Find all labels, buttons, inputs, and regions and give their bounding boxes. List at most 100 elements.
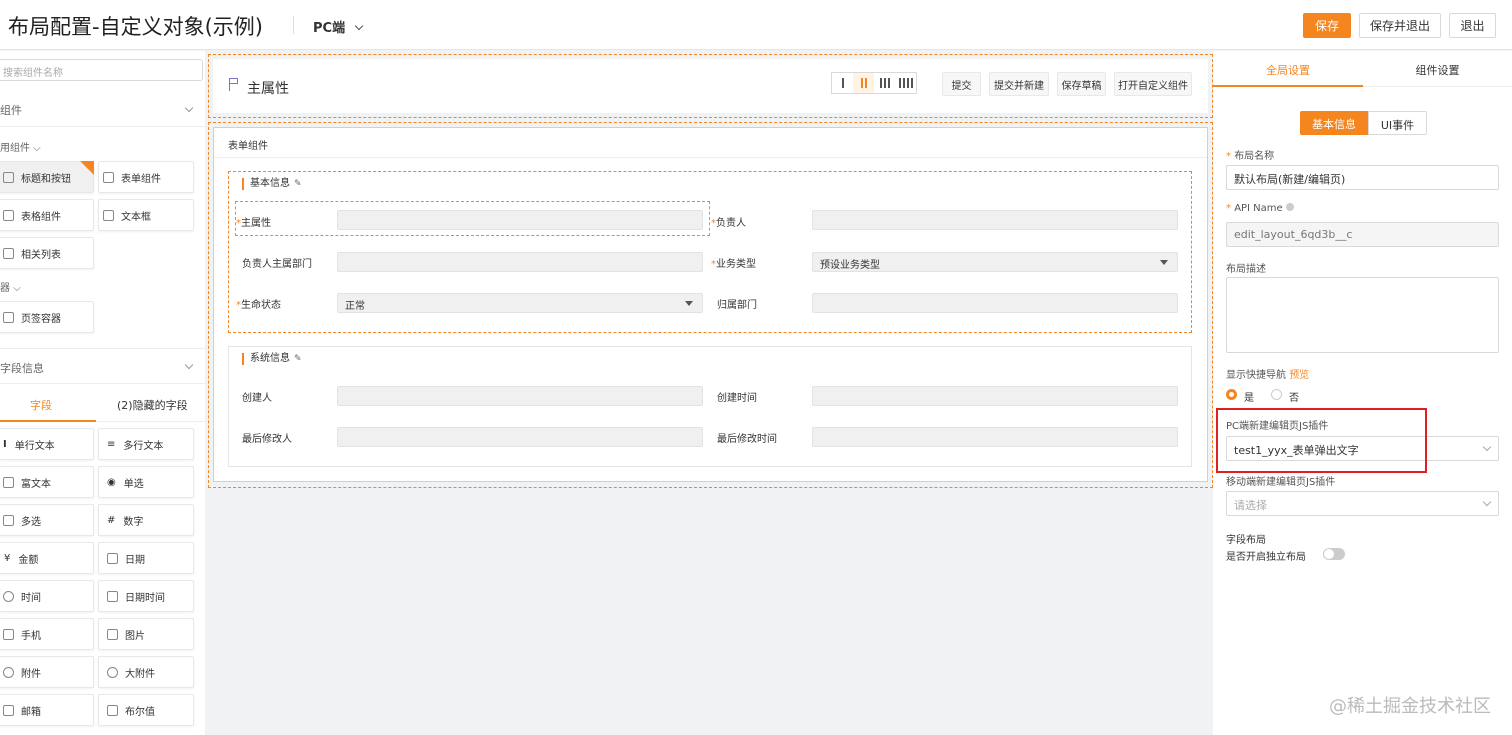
subtab-basic-info[interactable]: 基本信息 [1300, 111, 1368, 135]
field-number[interactable]: # 数字 [98, 504, 194, 536]
field-multi-text[interactable]: ≡ 多行文本 [98, 428, 194, 460]
save-exit-button[interactable]: 保存并退出 [1359, 13, 1441, 38]
tab-hidden-fields[interactable]: (2)隐藏的字段 [117, 397, 188, 413]
top-header: 布局配置-自定义对象(示例) PC端 保存 保存并退出 退出 [0, 0, 1512, 50]
field-label-owner-dept: 负责人主属部门 [242, 259, 312, 270]
chevron-down-icon [1482, 442, 1492, 452]
boolean-icon [107, 704, 118, 716]
field-email[interactable]: 邮箱 [0, 694, 94, 726]
three-column-option[interactable] [874, 73, 895, 93]
field-input-creator[interactable] [337, 386, 703, 406]
submit-new-button[interactable]: 提交并新建 [989, 72, 1049, 96]
field-single-text[interactable]: I 单行文本 [0, 428, 94, 460]
field-attachment[interactable]: 附件 [0, 656, 94, 688]
field-input-modified-time[interactable] [812, 427, 1178, 447]
mobile-plugin-select[interactable]: 请选择 [1226, 491, 1499, 516]
checkbox-icon [3, 514, 14, 526]
chevron-down-icon [184, 360, 194, 370]
calendar-icon [107, 552, 118, 564]
field-input-belong-dept[interactable] [812, 293, 1178, 313]
active-tab-indicator [0, 420, 96, 422]
field-amount[interactable]: ¥ 金额 [0, 542, 94, 574]
component-table[interactable]: 表格组件 [0, 199, 94, 231]
field-select-biz-type[interactable]: 预设业务类型 [812, 252, 1178, 272]
form-component-title: 表单组件 [214, 128, 1207, 158]
clock-icon [3, 590, 14, 602]
title-button-icon [3, 171, 14, 183]
highlight-box [1216, 408, 1427, 473]
field-input-modifier[interactable] [337, 427, 703, 447]
layout-name-input[interactable]: 默认布局(新建/编辑页) [1226, 165, 1499, 190]
platform-label: PC端 [313, 21, 346, 36]
field-input-created-time[interactable] [812, 386, 1178, 406]
field-time[interactable]: 时间 [0, 580, 94, 612]
yen-icon: ¥ [4, 552, 11, 564]
one-column-option[interactable] [832, 73, 853, 93]
settings-panel: 全局设置 组件设置 基本信息 UI事件 * 布局名称 默认布局(新建/编辑页) … [1213, 51, 1512, 735]
open-custom-component-button[interactable]: 打开自定义组件 [1114, 72, 1192, 96]
system-info-group-title: 系统信息 ✎ [242, 353, 302, 365]
components-section[interactable]: 组件 [0, 91, 205, 127]
field-datetime[interactable]: 日期时间 [98, 580, 194, 612]
phone-icon [3, 628, 14, 640]
component-textbox[interactable]: 文本框 [98, 199, 194, 231]
help-icon [1285, 203, 1294, 211]
radio-no[interactable] [1271, 389, 1282, 400]
column-layout-switcher[interactable] [831, 72, 917, 94]
field-input-owner-dept[interactable] [337, 252, 703, 272]
field-single-select[interactable]: ◉ 单选 [98, 466, 194, 498]
field-select-lifecycle[interactable]: 正常 [337, 293, 703, 313]
page-title: 布局配置-自定义对象(示例) [8, 15, 263, 39]
field-info-section[interactable]: 字段信息 [0, 348, 205, 384]
field-input-main-attr[interactable] [337, 210, 703, 230]
subtab-ui-events[interactable]: UI事件 [1368, 111, 1427, 135]
field-image[interactable]: 图片 [98, 618, 194, 650]
field-phone[interactable]: 手机 [0, 618, 94, 650]
tab-component-settings[interactable]: 组件设置 [1363, 51, 1512, 87]
component-title-buttons[interactable]: 标题和按钮 [0, 161, 94, 193]
field-boolean[interactable]: 布尔值 [98, 694, 194, 726]
components-section-label: 组件 [0, 104, 22, 117]
tab-fields[interactable]: 字段 [30, 397, 52, 413]
mobile-plugin-label: 移动端新建编辑页JS插件 [1226, 477, 1336, 488]
submit-button[interactable]: 提交 [942, 72, 981, 96]
component-tab-container[interactable]: 页签容器 [0, 301, 94, 333]
dropdown-caret-icon [1160, 260, 1168, 265]
platform-dropdown[interactable]: PC端 [313, 17, 363, 36]
two-column-option[interactable] [853, 73, 874, 93]
tab-container-icon [3, 311, 14, 323]
field-input-owner[interactable] [812, 210, 1178, 230]
component-related-list[interactable]: 相关列表 [0, 237, 94, 269]
field-date[interactable]: 日期 [98, 542, 194, 574]
quick-nav-label: 显示快捷导航 预览 [1226, 370, 1310, 381]
exit-button[interactable]: 退出 [1449, 13, 1496, 38]
system-info-group[interactable] [228, 346, 1192, 467]
field-rich-text[interactable]: 富文本 [0, 466, 94, 498]
search-input[interactable]: 搜索组件名称 [0, 59, 203, 81]
save-button[interactable]: 保存 [1303, 13, 1351, 38]
common-components-label[interactable]: 用组件 ⌵ [0, 139, 41, 154]
container-label[interactable]: 器 ⌵ [0, 279, 21, 294]
field-label-modifier: 最后修改人 [242, 434, 292, 445]
component-form[interactable]: 表单组件 [98, 161, 194, 193]
form-icon [103, 171, 114, 183]
chevron-down-icon [184, 103, 194, 113]
tab-global-settings[interactable]: 全局设置 [1213, 51, 1363, 87]
field-label-created-time: 创建时间 [717, 393, 757, 404]
edit-pencil-icon[interactable]: ✎ [294, 354, 302, 364]
radio-yes[interactable] [1226, 389, 1237, 400]
field-label-belong-dept: 归属部门 [717, 300, 757, 311]
preview-link[interactable]: 预览 [1289, 370, 1309, 381]
layout-desc-textarea[interactable] [1226, 277, 1499, 353]
field-large-attachment[interactable]: 大附件 [98, 656, 194, 688]
four-column-option[interactable] [895, 73, 916, 93]
field-label-lifecycle: *生命状态 [236, 300, 281, 311]
edit-pencil-icon[interactable]: ✎ [294, 179, 302, 189]
multiline-icon: ≡ [107, 438, 116, 450]
field-multi-select[interactable]: 多选 [0, 504, 94, 536]
independent-layout-label: 是否开启独立布局 [1226, 552, 1306, 563]
field-label-main-attr: *主属性 [236, 218, 271, 229]
save-draft-button[interactable]: 保存草稿 [1057, 72, 1106, 96]
datetime-icon [107, 590, 118, 602]
independent-layout-toggle[interactable] [1323, 548, 1345, 560]
